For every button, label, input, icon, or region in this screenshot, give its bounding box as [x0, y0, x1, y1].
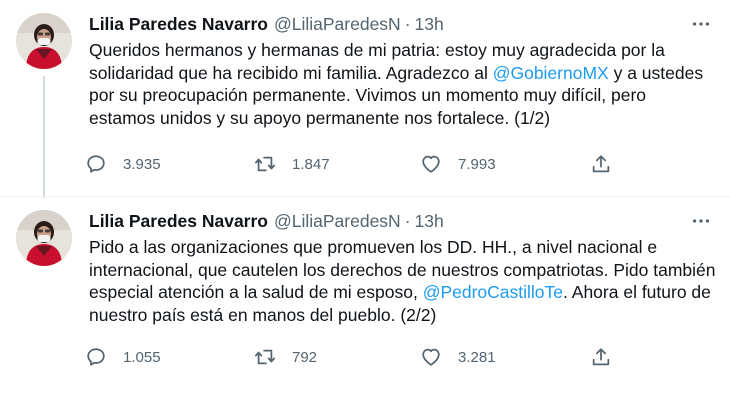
retweet-icon [254, 349, 276, 365]
like-count: 3.281 [458, 348, 496, 366]
reply-button[interactable]: 1.055 [85, 345, 161, 369]
retweet-count: 1.847 [292, 155, 330, 173]
like-count: 7.993 [458, 155, 496, 173]
reply-count: 3.935 [123, 155, 161, 173]
author-handle[interactable]: @LiliaParedesN [274, 14, 401, 35]
retweet-button[interactable]: 792 [254, 345, 317, 369]
tweet-actions: 3.935 1.847 7.993 [85, 152, 625, 176]
author-handle[interactable]: @LiliaParedesN [274, 211, 401, 232]
tweet[interactable]: Lilia Paredes Navarro @LiliaParedesN · 1… [0, 197, 730, 403]
header-separator: · [404, 210, 411, 231]
avatar[interactable] [16, 210, 72, 266]
author-name[interactable]: Lilia Paredes Navarro [89, 14, 268, 35]
header-separator: · [404, 13, 411, 34]
reply-icon [87, 348, 105, 366]
share-icon [592, 348, 610, 366]
mention-link[interactable]: @GobiernoMX [493, 63, 609, 83]
tweet-text: Queridos hermanos y hermanas de mi patri… [89, 39, 717, 129]
tweet-timestamp[interactable]: 13h [415, 211, 444, 232]
share-icon [592, 155, 610, 173]
reply-button[interactable]: 3.935 [85, 152, 161, 176]
tweet-text: Pido a las organizaciones que promueven … [89, 236, 717, 326]
tweet-actions: 1.055 792 3.281 [85, 345, 625, 369]
more-options-icon [692, 22, 710, 26]
retweet-button[interactable]: 1.847 [254, 152, 330, 176]
avatar[interactable] [16, 13, 72, 69]
tweet-timestamp[interactable]: 13h [415, 14, 444, 35]
retweet-icon [254, 156, 276, 172]
share-button[interactable] [590, 345, 612, 369]
more-options-button[interactable] [688, 11, 714, 37]
tweet-header: Lilia Paredes Navarro @LiliaParedesN · 1… [89, 13, 670, 35]
profile-photo-icon [16, 13, 72, 69]
like-button[interactable]: 3.281 [420, 345, 496, 369]
like-button[interactable]: 7.993 [420, 152, 496, 176]
tweet-header: Lilia Paredes Navarro @LiliaParedesN · 1… [89, 210, 670, 232]
reply-icon [87, 155, 105, 173]
mention-link[interactable]: @PedroCastilloTe [423, 282, 563, 302]
tweet[interactable]: Lilia Paredes Navarro @LiliaParedesN · 1… [0, 0, 730, 196]
more-options-icon [692, 219, 710, 223]
heart-icon [422, 348, 440, 366]
reply-count: 1.055 [123, 348, 161, 366]
more-options-button[interactable] [688, 208, 714, 234]
author-name[interactable]: Lilia Paredes Navarro [89, 211, 268, 232]
share-button[interactable] [590, 152, 612, 176]
profile-photo-icon [16, 210, 72, 266]
heart-icon [422, 155, 440, 173]
retweet-count: 792 [292, 348, 318, 366]
